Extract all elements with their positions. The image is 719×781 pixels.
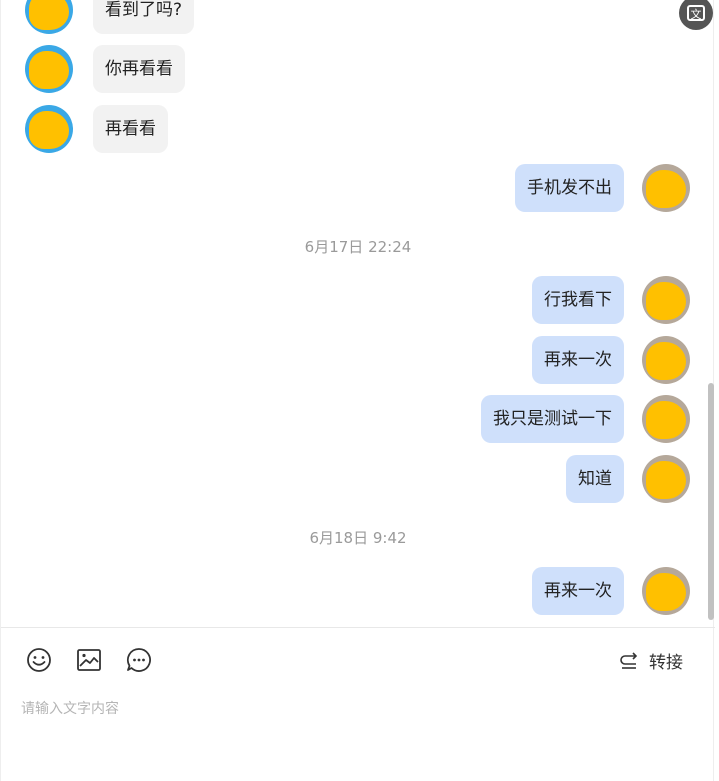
message-row: 手机发不出 [515,164,690,212]
divider [1,627,715,628]
image-icon[interactable] [76,647,102,673]
message-row: 我只是测试一下 [481,395,690,443]
message-bubble[interactable]: 再来一次 [532,336,624,384]
avatar[interactable] [642,336,690,384]
message-bubble[interactable]: 行我看下 [532,276,624,324]
scrollbar[interactable] [708,383,714,620]
message-row: 你再看看 [25,45,185,93]
avatar[interactable] [25,0,73,34]
redaction-mark [646,282,686,320]
message-bubble[interactable]: 知道 [566,455,624,503]
avatar[interactable] [642,276,690,324]
avatar[interactable] [642,395,690,443]
avatar[interactable] [25,45,73,93]
redaction-mark [646,401,686,439]
message-bubble[interactable]: 我只是测试一下 [481,395,624,443]
message-bubble[interactable]: 看到了吗? [93,0,195,34]
message-bubble[interactable]: 再来一次 [532,567,624,615]
message-bubble[interactable]: 再看看 [93,105,168,153]
avatar[interactable] [25,105,73,153]
redaction-mark [646,461,686,499]
message-row: 再来一次 [532,567,690,615]
message-row: 再看看 [25,105,168,153]
timestamp: 6月18日 9:42 [309,529,407,547]
chat-bubble-icon[interactable] [126,647,152,673]
message-bubble[interactable]: 你再看看 [93,45,185,93]
chat-window: 看到了吗? 你再看看 再看看 手机发不出 6月17日 22:24 行我看下 再来… [0,0,715,781]
message-row: 行我看下 [532,276,690,324]
message-row: 再来一次 [532,336,690,384]
timestamp: 6月17日 22:24 [304,238,412,256]
emoji-icon[interactable] [26,647,52,673]
avatar[interactable] [642,567,690,615]
message-bubble[interactable]: 手机发不出 [515,164,624,212]
message-input[interactable] [21,697,691,721]
redaction-mark [646,342,686,380]
redaction-mark [29,51,69,89]
avatar[interactable] [642,164,690,212]
redaction-mark [646,573,686,611]
redaction-mark [29,111,69,149]
message-row: 看到了吗? [25,0,195,34]
transfer-label: 转接 [649,653,683,673]
redaction-mark [646,170,686,208]
transfer-icon [620,651,638,669]
transfer-button[interactable]: 转接 [619,648,683,673]
message-row: 知道 [566,455,690,503]
avatar[interactable] [642,455,690,503]
message-list[interactable]: 看到了吗? 你再看看 再看看 手机发不出 6月17日 22:24 行我看下 再来… [1,0,715,628]
redaction-mark [29,0,69,30]
translate-icon: 文 [687,5,705,21]
